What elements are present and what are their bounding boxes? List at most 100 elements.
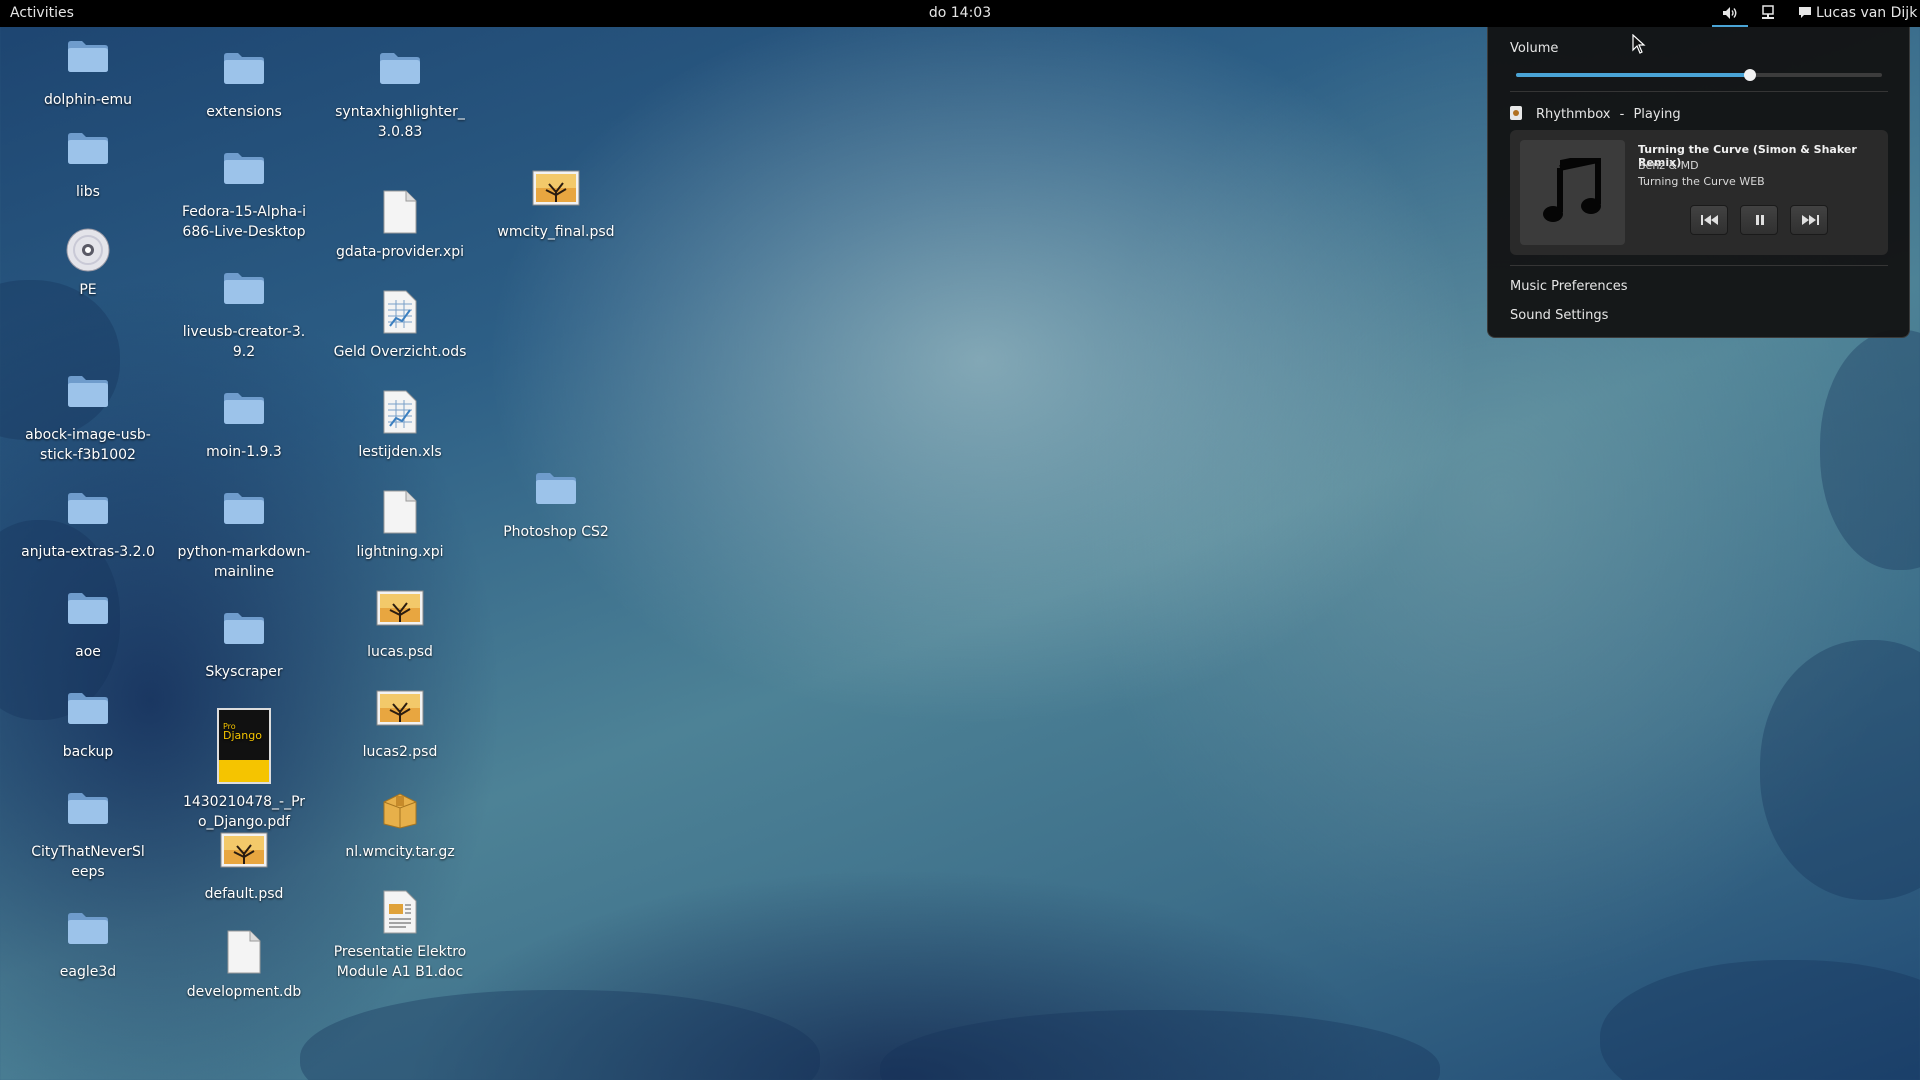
desktop-icon-image[interactable]: lucas.psd bbox=[325, 590, 475, 662]
desktop-icon-label: lestijden.xls bbox=[358, 444, 442, 460]
volume-slider-handle[interactable] bbox=[1744, 69, 1757, 81]
track-album: Turning the Curve WEB bbox=[1638, 175, 1765, 188]
desktop-icon-label: PE bbox=[79, 282, 97, 298]
clock: do 14:03 bbox=[0, 5, 1920, 21]
desktop-icon-archive[interactable]: nl.wmcity.tar.gz bbox=[325, 790, 475, 862]
desktop-icon-document[interactable]: lightning.xpi bbox=[325, 490, 475, 562]
desktop-icon-label: extensions bbox=[206, 104, 282, 120]
desktop-icon-label: Skyscraper bbox=[205, 664, 283, 680]
desktop-icon-label: backup bbox=[62, 744, 114, 760]
folder-icon bbox=[169, 390, 319, 436]
desktop-icon-label: liveusb-creator-3.9.2 bbox=[182, 324, 306, 360]
desktop-icon-folder[interactable]: moin-1.9.3 bbox=[169, 390, 319, 462]
desktop-icon-pdf[interactable]: Pro Django 1430210478_-_Pro_Django.pdf bbox=[169, 708, 319, 832]
desktop-icon-label: Geld Overzicht.ods bbox=[333, 344, 467, 360]
pdf-book-cover-icon: Pro Django bbox=[217, 708, 271, 784]
folder-icon bbox=[169, 610, 319, 656]
separator bbox=[1510, 91, 1888, 92]
album-cover bbox=[1520, 140, 1625, 245]
desktop-icon-folder[interactable]: aoe bbox=[13, 590, 163, 662]
previous-track-button[interactable] bbox=[1690, 205, 1728, 235]
volume-indicator[interactable] bbox=[1712, 0, 1748, 27]
clock-button[interactable]: do 14:03 bbox=[929, 5, 991, 21]
desktop-icon-label: moin-1.9.3 bbox=[206, 444, 282, 460]
desktop-icon-label: default.psd bbox=[204, 886, 284, 902]
wallpaper-rock bbox=[1600, 960, 1920, 1080]
desktop-icon-folder[interactable]: backup bbox=[13, 690, 163, 762]
top-panel: Activities do 14:03 Lucas van Dijk bbox=[0, 0, 1920, 27]
desktop-icon-folder[interactable]: python-markdown-mainline bbox=[169, 490, 319, 582]
folder-icon bbox=[13, 590, 163, 636]
pdf-cover-band bbox=[219, 760, 269, 782]
desktop-icon-label: lucas.psd bbox=[367, 644, 433, 660]
folder-icon bbox=[13, 910, 163, 956]
sound-settings-item[interactable]: Sound Settings bbox=[1510, 308, 1608, 323]
desktop-icon-document[interactable]: gdata-provider.xpi bbox=[325, 190, 475, 262]
network-indicator[interactable] bbox=[1755, 0, 1781, 27]
desktop-icon-folder[interactable]: eagle3d bbox=[13, 910, 163, 982]
activities-button[interactable]: Activities bbox=[10, 5, 74, 21]
desktop-icon-folder[interactable]: CityThatNeverSleeps bbox=[13, 790, 163, 882]
image-file-icon bbox=[325, 690, 475, 736]
skip-forward-icon bbox=[1802, 215, 1819, 225]
folder-icon bbox=[169, 490, 319, 536]
archive-package-icon bbox=[325, 790, 475, 836]
desktop-icon-folder[interactable]: libs bbox=[13, 130, 163, 202]
track-artist: Benz & MD bbox=[1638, 159, 1699, 172]
desktop-icon-label: dolphin-emu bbox=[43, 92, 133, 108]
desktop-icon-image[interactable]: default.psd bbox=[169, 832, 319, 904]
folder-icon bbox=[169, 270, 319, 316]
desktop-icon-image[interactable]: wmcity_final.psd bbox=[481, 170, 631, 242]
volume-label: Volume bbox=[1510, 41, 1559, 56]
desktop-icon-folder[interactable]: anjuta-extras-3.2.0 bbox=[13, 490, 163, 562]
desktop-icon-folder[interactable]: extensions bbox=[169, 50, 319, 122]
desktop-icon-document[interactable]: development.db bbox=[169, 930, 319, 1002]
wallpaper-rock bbox=[1820, 330, 1920, 570]
pause-icon bbox=[1756, 215, 1764, 225]
spreadsheet-icon bbox=[325, 290, 475, 336]
network-icon bbox=[1762, 5, 1774, 19]
folder-icon bbox=[13, 130, 163, 176]
desktop-icon-label: libs bbox=[76, 184, 100, 200]
text-document-icon bbox=[169, 930, 319, 976]
desktop-icon-label: Presentatie Elektro Module A1 B1.doc bbox=[333, 944, 467, 980]
desktop-icon-label: development.db bbox=[186, 984, 302, 1000]
desktop-icon-spreadsheet[interactable]: lestijden.xls bbox=[325, 390, 475, 462]
desktop-icon-disc[interactable]: PE bbox=[13, 228, 163, 300]
skip-back-icon bbox=[1701, 215, 1718, 225]
desktop-icon-label: aoe bbox=[75, 644, 101, 660]
pause-button[interactable] bbox=[1740, 205, 1778, 235]
desktop-icon-folder[interactable]: liveusb-creator-3.9.2 bbox=[169, 270, 319, 362]
desktop-icon-label: lightning.xpi bbox=[356, 544, 444, 560]
image-file-icon bbox=[325, 590, 475, 636]
music-preferences-item[interactable]: Music Preferences bbox=[1510, 279, 1628, 294]
word-document-icon bbox=[325, 890, 475, 936]
media-player-panel: Turning the Curve (Simon & Shaker Remix)… bbox=[1510, 130, 1888, 255]
desktop-icon-folder[interactable]: abock-image-usb-stick-f3b1002 bbox=[13, 373, 163, 465]
wallpaper-rock bbox=[300, 990, 820, 1080]
separator bbox=[1510, 265, 1888, 266]
folder-icon bbox=[169, 150, 319, 196]
desktop-icon-folder[interactable]: syntaxhighlighter_3.0.83 bbox=[325, 50, 475, 142]
desktop-icon-label: Fedora-15-Alpha-i686-Live-Desktop bbox=[181, 204, 307, 240]
desktop-icon-folder[interactable]: dolphin-emu bbox=[13, 38, 163, 110]
speaker-icon bbox=[1723, 7, 1737, 19]
desktop-icon-folder[interactable]: Fedora-15-Alpha-i686-Live-Desktop bbox=[169, 150, 319, 242]
desktop-icon-spreadsheet[interactable]: Geld Overzicht.ods bbox=[325, 290, 475, 362]
desktop-icon-folder[interactable]: Photoshop CS2 bbox=[481, 470, 631, 542]
wallpaper-rock bbox=[1760, 640, 1920, 900]
desktop-icon-image[interactable]: lucas2.psd bbox=[325, 690, 475, 762]
desktop-icon-word-document[interactable]: Presentatie Elektro Module A1 B1.doc bbox=[325, 890, 475, 982]
desktop-icon-label: lucas2.psd bbox=[362, 744, 438, 760]
user-menu[interactable]: Lucas van Dijk bbox=[1798, 5, 1917, 21]
desktop-icon-label: Photoshop CS2 bbox=[503, 524, 609, 540]
next-track-button[interactable] bbox=[1790, 205, 1828, 235]
desktop-icon-folder[interactable]: Skyscraper bbox=[169, 610, 319, 682]
volume-slider[interactable] bbox=[1516, 69, 1882, 81]
desktop-icon-label: eagle3d bbox=[59, 964, 117, 980]
desktop-icon-label: abock-image-usb-stick-f3b1002 bbox=[25, 427, 151, 463]
user-name: Lucas van Dijk bbox=[1816, 5, 1918, 21]
folder-icon bbox=[13, 790, 163, 836]
chat-status-icon bbox=[1799, 7, 1811, 18]
text-document-icon bbox=[325, 490, 475, 536]
